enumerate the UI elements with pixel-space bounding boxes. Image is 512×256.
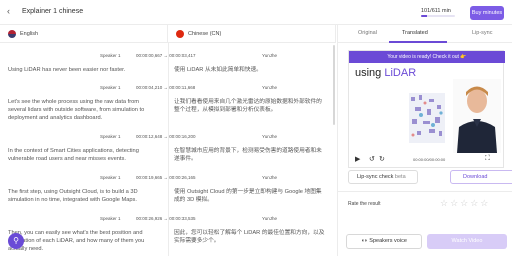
- point-cloud-illustration: [409, 93, 445, 143]
- preview-panel: Original Translated Lip-sync Your video …: [337, 25, 512, 256]
- minutes-progress-fill: [421, 15, 427, 17]
- target-voice[interactable]: YunJhe: [262, 85, 277, 94]
- app-root: ‹ Explainer 1 chinese 101/611 min Buy mi…: [0, 0, 512, 256]
- target-voice[interactable]: YunJhe: [262, 134, 277, 143]
- us-flag-icon: [8, 30, 16, 38]
- preview-tabs: Original Translated Lip-sync: [338, 25, 512, 43]
- source-text[interactable]: Using LiDAR has never been easier nor fa…: [8, 66, 158, 74]
- speakers-voice-button[interactable]: ◖◗ Speakers voice: [346, 234, 422, 249]
- watch-video-button[interactable]: Watch Video: [427, 234, 507, 249]
- target-language-header[interactable]: Chinese (CN): [168, 25, 336, 43]
- buy-minutes-button[interactable]: Buy minutes: [470, 6, 504, 20]
- active-tab-indicator: [389, 41, 447, 43]
- segment-time[interactable]: 00:00:26,926 → 00:00:33,535: [136, 216, 196, 225]
- video-title-prefix: using: [355, 67, 385, 79]
- video-player[interactable]: Your video is ready! Check it out 👉 usin…: [348, 50, 505, 168]
- video-title-accent: LiDAR: [384, 67, 417, 79]
- speaker-icon: ◖◗: [361, 238, 368, 244]
- play-icon[interactable]: ▶: [355, 155, 360, 163]
- segment-time[interactable]: 00:00:19,665 → 00:00:26,165: [136, 175, 196, 184]
- rate-divider: [338, 191, 512, 192]
- tab-translated[interactable]: Translated: [402, 30, 428, 36]
- speaker-selector[interactable]: Speaker 1: [100, 85, 121, 94]
- speakers-voice-label: Speakers voice: [369, 238, 407, 244]
- search-icon[interactable]: ⚲: [8, 233, 24, 249]
- download-label: Download: [463, 174, 488, 180]
- rewind-icon[interactable]: ↺: [369, 155, 375, 163]
- minutes-progress: [421, 15, 455, 17]
- target-text[interactable]: 使用 LiDAR 从未如此简单和快速。: [174, 66, 326, 74]
- tab-original[interactable]: Original: [358, 30, 377, 36]
- minutes-counter: 101/611 min: [421, 8, 451, 14]
- lip-sync-label: Lip-sync check: [357, 174, 394, 180]
- video-title: using LiDAR: [355, 67, 416, 79]
- top-bar: ‹ Explainer 1 chinese 101/611 min Buy mi…: [0, 0, 512, 25]
- star-rating[interactable]: ☆☆☆☆☆: [440, 198, 490, 209]
- source-language-label: English: [20, 31, 39, 37]
- video-ready-banner: Your video is ready! Check it out 👉: [349, 51, 505, 63]
- lip-sync-check-button[interactable]: Lip-sync check beta: [348, 170, 418, 184]
- speaker-selector[interactable]: Speaker 1: [100, 134, 121, 143]
- transcript-list: Speaker 1 00:00:00,667 → 00:00:03,417 Yu…: [0, 43, 336, 256]
- segment-time[interactable]: 00:00:12,648 → 00:00:16,200: [136, 134, 196, 143]
- target-language-label: Chinese (CN): [188, 31, 222, 37]
- page-title: Explainer 1 chinese: [22, 8, 84, 15]
- forward-icon[interactable]: ↻: [379, 155, 385, 163]
- back-arrow-icon[interactable]: ‹: [7, 6, 10, 16]
- speaker-selector[interactable]: Speaker 1: [100, 53, 121, 62]
- beta-badge: beta: [394, 174, 406, 180]
- target-text[interactable]: 使用 Outsight Cloud 的第一步是立即构建与 Google 地图集成…: [174, 188, 326, 204]
- player-controls: ▶ ↺ ↻ 00:00:00/00:00:00 ⛶: [355, 154, 501, 166]
- target-text[interactable]: 因此，您可以轻松了解每个 LiDAR 的最佳位置和方向，以及实际需要多少个。: [174, 229, 326, 245]
- target-voice[interactable]: YunJhe: [262, 53, 277, 62]
- playback-time: 00:00:00/00:00:00: [413, 157, 446, 162]
- source-text[interactable]: In the context of Smart Cities applicati…: [8, 147, 158, 163]
- tab-lip-sync[interactable]: Lip-sync: [472, 30, 492, 36]
- target-text[interactable]: 在智慧城市应用的背景下，检测易受伤害的道路使用者和未遂事件。: [174, 147, 326, 163]
- transcript-scrollbar[interactable]: [333, 45, 335, 125]
- fullscreen-icon[interactable]: ⛶: [485, 155, 490, 163]
- target-voice[interactable]: YunJhe: [262, 175, 277, 184]
- source-language-header[interactable]: English: [0, 25, 168, 43]
- presenter-image: [453, 79, 501, 153]
- target-text[interactable]: 让我们看看使用来自几个激光雷达的原始数据和外部软件的整个过程，从模拟到部署和分析…: [174, 98, 326, 114]
- segment-time[interactable]: 00:00:04,210 → 00:00:11,668: [136, 85, 195, 94]
- rate-label: Rate the result: [348, 201, 381, 207]
- source-text[interactable]: Let's see the whole process using the ra…: [8, 98, 158, 122]
- segment-time[interactable]: 00:00:00,667 → 00:00:03,417: [136, 53, 196, 62]
- target-voice[interactable]: YunJhe: [262, 216, 277, 225]
- download-button[interactable]: Download⌄: [450, 170, 512, 184]
- speaker-selector[interactable]: Speaker 1: [100, 175, 121, 184]
- source-text[interactable]: The first step, using Outsight Cloud, is…: [8, 188, 158, 204]
- china-flag-icon: [176, 30, 184, 38]
- speaker-selector[interactable]: Speaker 1: [100, 216, 121, 225]
- source-text[interactable]: Then, you can easily see what's the best…: [8, 229, 158, 253]
